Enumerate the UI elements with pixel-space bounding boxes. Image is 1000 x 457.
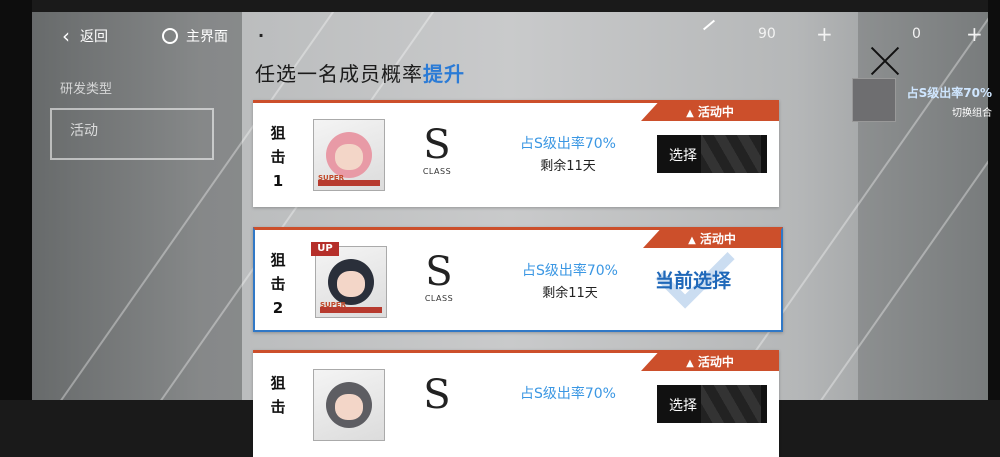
- grade-mark: S: [417, 373, 457, 417]
- bg-character-thumb: [852, 78, 896, 122]
- class-label: 狙击2: [270, 251, 286, 317]
- rate-text: 占S级出率70%: [519, 386, 616, 402]
- dialog-title-highlight: 提升: [423, 62, 465, 86]
- event-badge: ▲ 活动中: [641, 353, 779, 371]
- bg-switch-combo: 切换组合: [952, 108, 992, 119]
- resource-1-value: 90: [758, 26, 776, 42]
- rate-text: 占S级出率70%: [519, 136, 616, 152]
- button-stripe-decoration: [701, 135, 761, 173]
- class-label: 狙击1: [270, 124, 286, 190]
- character-avatar: [313, 369, 385, 441]
- letterbox-right: [988, 0, 1000, 400]
- badge-arrow-icon: ▲: [686, 358, 694, 369]
- resource-1-add-button[interactable]: +: [816, 22, 833, 46]
- resource-2-add-button[interactable]: +: [966, 22, 983, 46]
- character-avatar: SUPER: [313, 119, 385, 191]
- bg-rate-text: 占S级出率70%: [906, 86, 992, 100]
- character-avatar: SUPER: [315, 246, 387, 318]
- button-stripe-decoration: [701, 385, 761, 423]
- remaining-days: 剩余11天: [540, 159, 596, 174]
- resource-2-value: 0: [912, 26, 921, 42]
- rarity-stars: [318, 180, 380, 186]
- dialog-title: 任选一名成员概率提升: [255, 58, 465, 87]
- select-button[interactable]: 选择: [657, 135, 767, 173]
- current-selection-label: 当前选择: [655, 270, 732, 292]
- select-button-label: 选择: [669, 397, 697, 413]
- rate-info: 占S级出率70% 剩余11天: [505, 260, 635, 301]
- badge-arrow-icon: ▲: [686, 108, 694, 119]
- member-card-2[interactable]: ▲ 活动中 狙击2 SUPER UP S CLASS 占S级出率70% 剩余11天…: [253, 227, 783, 332]
- back-label: 返回: [80, 29, 108, 45]
- avatar-face: [335, 144, 363, 170]
- member-card-3[interactable]: ▲ 活动中 狙击 S 占S级出率70% 选择: [253, 350, 779, 457]
- pen-icon: [702, 19, 716, 31]
- rate-text: 占S级出率70%: [521, 263, 618, 279]
- avatar-face: [337, 271, 365, 297]
- event-badge-label: 活动中: [697, 105, 734, 119]
- bg-shade-left: [32, 12, 242, 400]
- member-card-1[interactable]: ▲ 活动中 狙击1 SUPER S CLASS 占S级出率70% 剩余11天 选择: [253, 100, 779, 207]
- grade-class-text: CLASS: [422, 167, 452, 176]
- close-icon[interactable]: [868, 44, 902, 78]
- grade-class-text: CLASS: [424, 294, 454, 303]
- bg-active-tab-label: 活动: [70, 123, 98, 139]
- rate-info: 占S级出率70%: [503, 383, 633, 403]
- remaining-days: 剩余11天: [542, 286, 598, 301]
- up-tag: UP: [311, 242, 339, 256]
- home-button[interactable]: 主界面: [162, 26, 228, 46]
- grade-letter: S: [423, 372, 451, 418]
- grade-letter: S: [425, 249, 453, 295]
- home-label: 主界面: [186, 29, 228, 45]
- bg-active-tab: 活动: [50, 108, 214, 160]
- select-button-label: 选择: [669, 147, 697, 163]
- event-badge-label: 活动中: [697, 355, 734, 369]
- grade-letter: S: [423, 122, 451, 168]
- class-label: 狙击: [270, 374, 286, 416]
- grade-mark: S CLASS: [419, 250, 459, 303]
- select-button[interactable]: 选择: [657, 385, 767, 423]
- back-button[interactable]: ‹ 返回: [62, 26, 108, 46]
- home-circle-icon: [162, 28, 178, 44]
- letterbox-left: [0, 0, 32, 400]
- rarity-stars: [320, 307, 382, 313]
- avatar-face: [335, 394, 363, 420]
- event-badge: ▲ 活动中: [641, 103, 779, 121]
- rate-info: 占S级出率70% 剩余11天: [503, 133, 633, 174]
- back-arrow-icon: ‹: [62, 24, 70, 48]
- bg-dev-type-label: 研发类型: [60, 82, 113, 97]
- separator-dot: .: [258, 22, 265, 41]
- top-bar: ‹ 返回 主界面 . 90 + 0 +: [32, 19, 988, 52]
- grade-mark: S CLASS: [417, 123, 457, 176]
- dialog-title-text: 任选一名成员概率: [255, 62, 423, 86]
